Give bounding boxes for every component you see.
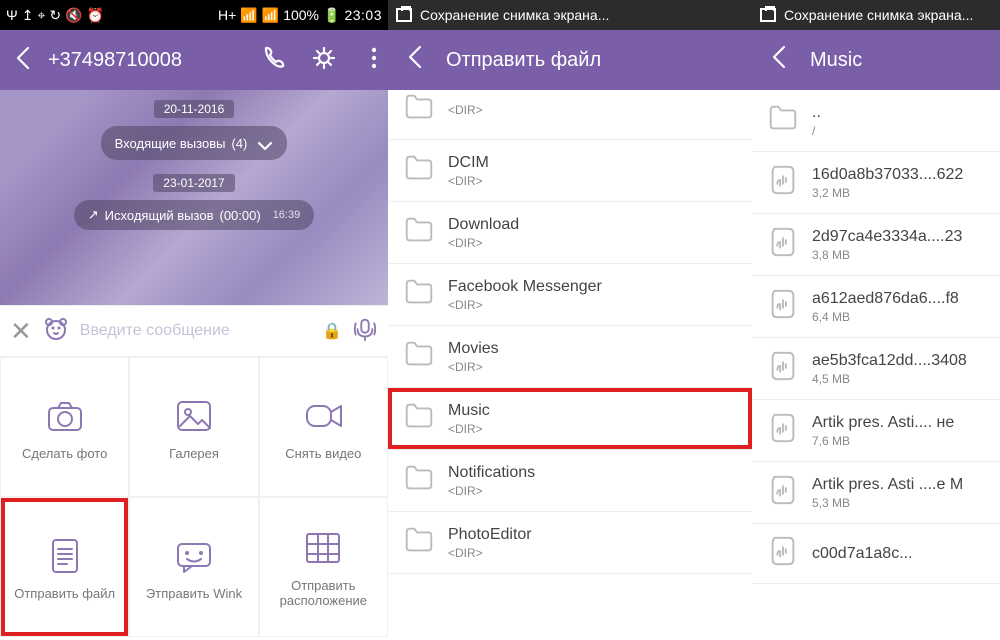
lock-icon[interactable]: 🔒 xyxy=(322,321,342,341)
usb-icon: Ψ xyxy=(6,8,18,22)
list-item[interactable]: Download<DIR> xyxy=(388,202,752,264)
file-list[interactable]: ../ 16d0a8b37033....6223,2 MB 2d97ca4e33… xyxy=(752,90,1000,584)
list-item[interactable]: Movies<DIR> xyxy=(388,326,752,388)
battery-icon: 🔋 xyxy=(323,8,340,22)
battery-text: 100% xyxy=(283,8,319,22)
attach-wink[interactable]: Этправить Wink xyxy=(129,497,258,637)
list-item[interactable]: ae5b3fca12dd....34084,5 MB xyxy=(752,338,1000,400)
attach-photo[interactable]: Сделать фото xyxy=(0,357,129,497)
settings-icon[interactable] xyxy=(310,44,338,77)
signal-icon: 📶 xyxy=(262,8,279,22)
audio-file-icon xyxy=(766,163,800,202)
picker-toolbar: Отправить файл xyxy=(388,30,752,90)
screenshot-saving-label: Сохранение снимка экрана... xyxy=(420,7,609,23)
sticker-icon[interactable] xyxy=(42,315,70,348)
refresh-icon: ↻ xyxy=(49,8,61,22)
audio-file-icon xyxy=(766,534,800,573)
attach-gallery[interactable]: Галерея xyxy=(129,357,258,497)
incoming-calls-pill[interactable]: Входящие вызовы (4) xyxy=(101,126,288,160)
status-bar: Ψ ↥ ⌖ ↻ 🔇 ⏰ H+ 📶 📶 100% 🔋 23:03 xyxy=(0,0,388,30)
picker-toolbar: Music xyxy=(752,30,1000,90)
chat-toolbar: +37498710008 xyxy=(0,30,388,90)
list-item[interactable]: Artik pres. Asti ....e M5,3 MB xyxy=(752,462,1000,524)
video-icon xyxy=(301,394,345,438)
list-item-up[interactable]: ../ xyxy=(752,90,1000,152)
back-icon[interactable] xyxy=(766,43,790,77)
folder-icon xyxy=(402,523,436,562)
close-icon[interactable]: ✕ xyxy=(10,316,32,347)
status-bar: Сохранение снимка экрана... xyxy=(752,0,1000,30)
alarm-icon: ⏰ xyxy=(87,8,104,22)
attach-file[interactable]: Отправить файл xyxy=(0,497,129,637)
network-icon: H+ xyxy=(218,8,236,22)
attach-video[interactable]: Снять видео xyxy=(259,357,388,497)
highlight-box xyxy=(388,388,752,449)
more-icon[interactable] xyxy=(360,44,378,77)
list-item[interactable]: a612aed876da6....f86,4 MB xyxy=(752,276,1000,338)
chat-body[interactable]: 20-11-2016 Входящие вызовы (4) 23-01-201… xyxy=(0,90,388,305)
attach-location[interactable]: Отправить расположение xyxy=(259,497,388,637)
map-icon xyxy=(301,526,345,570)
pin-icon: ⌖ xyxy=(37,8,45,22)
folder-icon xyxy=(402,337,436,376)
camera-icon xyxy=(43,394,87,438)
picker-title: Music xyxy=(810,49,862,72)
list-item[interactable]: Artik pres. Asti.... не7,6 MB xyxy=(752,400,1000,462)
screenshot-saving-label: Сохранение снимка экрана... xyxy=(784,7,973,23)
list-item[interactable]: PhotoEditor<DIR> xyxy=(388,512,752,574)
audio-file-icon xyxy=(766,411,800,450)
list-item-music[interactable]: Music<DIR> xyxy=(388,388,752,450)
list-item[interactable]: c00d7a1a8c... xyxy=(752,524,1000,584)
list-item[interactable]: Facebook Messenger<DIR> xyxy=(388,264,752,326)
date-separator: 20-11-2016 xyxy=(154,100,235,118)
clock: 23:03 xyxy=(344,8,382,22)
call-icon[interactable] xyxy=(260,44,288,77)
attachment-grid: Сделать фото Галерея Снять видео Отправи… xyxy=(0,357,388,637)
wink-icon xyxy=(172,534,216,578)
list-item[interactable]: 2d97ca4e3334a....233,8 MB xyxy=(752,214,1000,276)
folder-icon xyxy=(402,213,436,252)
signal-icon: 📶 xyxy=(240,8,257,22)
list-item[interactable]: 16d0a8b37033....6223,2 MB xyxy=(752,152,1000,214)
screen-music-folder: Сохранение снимка экрана... Music ../ 16… xyxy=(752,0,1000,640)
list-item[interactable]: DCIM<DIR> xyxy=(388,140,752,202)
back-icon[interactable] xyxy=(10,44,34,77)
folder-icon xyxy=(402,399,436,438)
picker-title: Отправить файл xyxy=(446,49,601,72)
contact-number[interactable]: +37498710008 xyxy=(48,49,260,72)
folder-icon xyxy=(766,101,800,140)
folder-icon xyxy=(402,90,436,129)
folder-icon xyxy=(402,151,436,190)
audio-file-icon xyxy=(766,287,800,326)
audio-file-icon xyxy=(766,225,800,264)
upload-icon: ↥ xyxy=(22,8,34,22)
folder-icon xyxy=(402,461,436,500)
image-icon xyxy=(172,394,216,438)
status-bar: Сохранение снимка экрана... xyxy=(388,0,752,30)
screenshot-icon xyxy=(396,8,412,22)
audio-file-icon xyxy=(766,349,800,388)
back-icon[interactable] xyxy=(402,43,426,77)
message-input[interactable]: Введите сообщение xyxy=(80,322,312,340)
screenshot-icon xyxy=(760,8,776,22)
screen-chat: Ψ ↥ ⌖ ↻ 🔇 ⏰ H+ 📶 📶 100% 🔋 23:03 +3749871… xyxy=(0,0,388,640)
date-separator: 23-01-2017 xyxy=(153,174,234,192)
screen-file-picker: Сохранение снимка экрана... Отправить фа… xyxy=(388,0,752,640)
audio-file-icon xyxy=(766,473,800,512)
file-icon xyxy=(43,534,87,578)
folder-list[interactable]: <DIR> DCIM<DIR> Download<DIR> Facebook M… xyxy=(388,90,752,574)
outgoing-call-pill[interactable]: ↗ Исходящий вызов (00:00) 16:39 xyxy=(74,200,314,230)
folder-icon xyxy=(402,275,436,314)
mic-icon[interactable] xyxy=(352,316,378,347)
mute-icon: 🔇 xyxy=(65,8,82,22)
list-item[interactable]: <DIR> xyxy=(388,90,752,140)
composer: ✕ Введите сообщение 🔒 xyxy=(0,305,388,357)
list-item[interactable]: Notifications<DIR> xyxy=(388,450,752,512)
out-arrow-icon: ↗ xyxy=(88,207,99,223)
